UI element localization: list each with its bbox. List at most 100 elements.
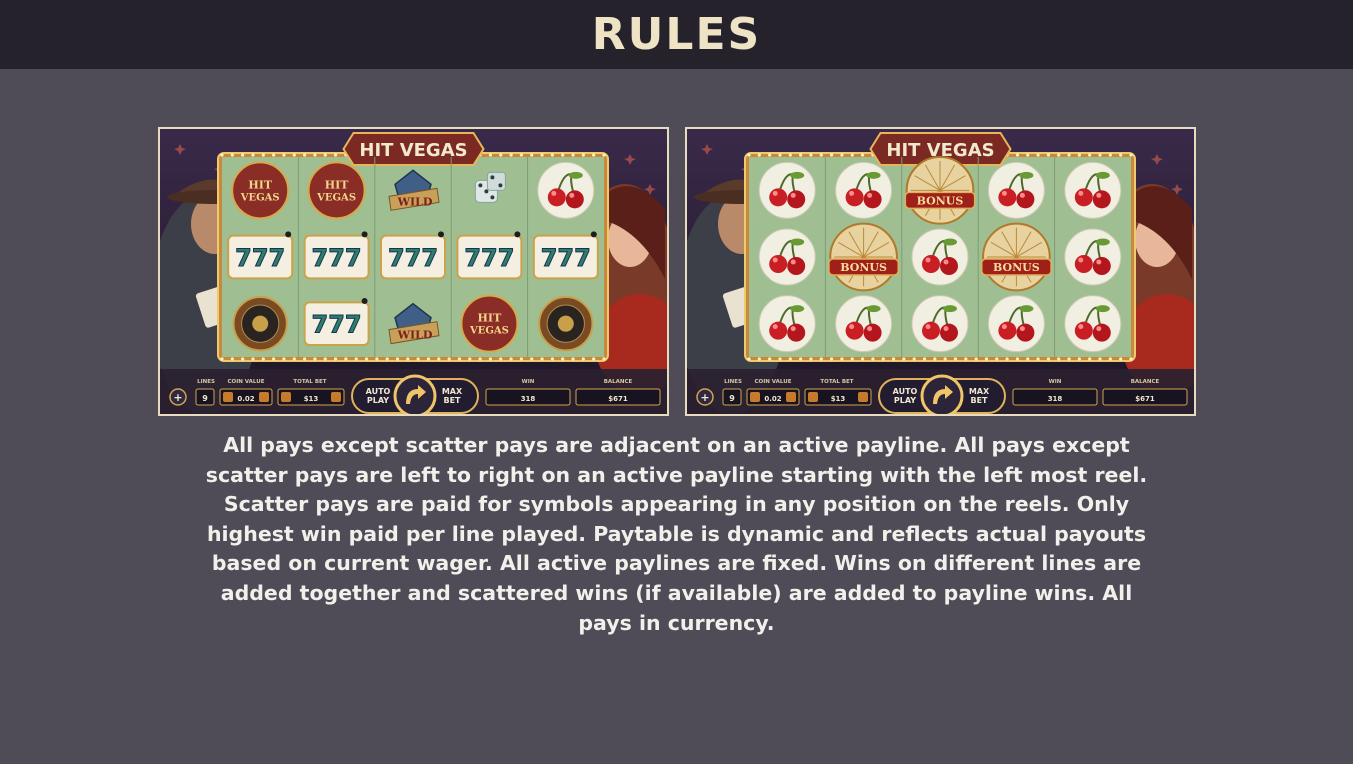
- coin-value-increase-button[interactable]: [259, 392, 269, 402]
- marquee-light: [220, 357, 224, 361]
- marquee-light: [561, 153, 565, 157]
- svg-text:HIT: HIT: [248, 178, 273, 191]
- marquee-light: [220, 153, 224, 157]
- svg-text:HIT: HIT: [325, 178, 350, 191]
- total-bet-increase-button[interactable]: [858, 392, 868, 402]
- total-bet-value: $13: [831, 395, 846, 403]
- cherry-symbol: [537, 161, 595, 219]
- marquee-light: [571, 357, 575, 361]
- plus-icon: +: [173, 391, 182, 404]
- cherry-symbol: [1064, 161, 1122, 219]
- max-bet-button[interactable]: MAXBET: [442, 387, 463, 405]
- marquee-light: [509, 153, 513, 157]
- marquee-light: [261, 357, 265, 361]
- cherry-symbol: [911, 295, 969, 353]
- marquee-light: [964, 357, 968, 361]
- marquee-light: [251, 153, 255, 157]
- marquee-light: [272, 357, 276, 361]
- 777-symbol: 777: [303, 298, 370, 346]
- marquee-light: [819, 153, 823, 157]
- plus-button[interactable]: +: [696, 388, 714, 406]
- marquee-light: [364, 357, 369, 361]
- max-bet-button[interactable]: MAXBET: [969, 387, 990, 405]
- win-value: 318: [1048, 395, 1063, 403]
- marquee-light: [933, 357, 937, 361]
- marquee-light: [571, 153, 575, 157]
- marquee-light: [251, 357, 255, 361]
- marquee-light: [953, 357, 958, 361]
- marquee-light: [230, 357, 234, 361]
- total-bet-decrease-button[interactable]: [808, 392, 818, 402]
- marquee-light: [333, 153, 338, 157]
- total-bet-value: $13: [304, 395, 319, 403]
- marquee-light: [581, 357, 585, 361]
- marquee-light: [499, 357, 503, 361]
- marquee-light: [344, 357, 348, 361]
- hit-vegas-symbol: HITVEGAS: [460, 294, 519, 353]
- marquee-light: [1057, 357, 1061, 361]
- max-bet-label: MAX: [969, 387, 990, 396]
- marquee-light: [406, 357, 410, 361]
- coin-value: 0.02: [764, 395, 781, 403]
- marquee-light: [902, 357, 906, 361]
- cherry-symbol: [758, 161, 816, 219]
- marquee-light: [995, 357, 999, 361]
- marquee-light: [561, 357, 565, 361]
- marquee-light: [943, 357, 947, 361]
- svg-text:WILD: WILD: [397, 329, 433, 342]
- coin-value-decrease-button[interactable]: [750, 392, 760, 402]
- coin-value-label: COIN VALUE: [755, 379, 792, 385]
- marquee-light: [468, 357, 472, 361]
- page-title: RULES: [591, 9, 762, 60]
- cherry-symbol: [911, 228, 969, 286]
- plus-button[interactable]: +: [169, 388, 187, 406]
- auto-play-label-2: PLAY: [367, 396, 389, 405]
- marquee-light: [778, 357, 782, 361]
- hit-vegas-symbol: HITVEGAS: [307, 161, 366, 220]
- marquee-light: [799, 357, 803, 361]
- max-bet-label: MAX: [442, 387, 463, 396]
- auto-play-label: AUTO: [366, 387, 391, 396]
- max-bet-label-2: BET: [443, 396, 461, 405]
- auto-play-button[interactable]: AUTOPLAY: [893, 387, 918, 405]
- coin-value: 0.02: [237, 395, 254, 403]
- spin-button[interactable]: [920, 374, 964, 414]
- control-bar: + LINES 9 COIN VALUE 0.02 TOTAL BET $13 AUTOPLA…: [687, 369, 1194, 414]
- marquee-light: [540, 153, 544, 157]
- marquee-light: [788, 357, 792, 361]
- spin-button[interactable]: [393, 374, 437, 414]
- coin-value-label: COIN VALUE: [228, 379, 265, 385]
- marquee-light: [282, 357, 286, 361]
- marquee-light: [385, 357, 389, 361]
- marquee-light: [302, 357, 307, 361]
- marquee-light: [550, 357, 554, 361]
- marquee-light: [829, 357, 834, 361]
- marquee-light: [530, 357, 534, 361]
- marquee-light: [1098, 153, 1102, 157]
- coin-value-decrease-button[interactable]: [223, 392, 233, 402]
- marquee-light: [757, 357, 761, 361]
- plus-icon: +: [700, 391, 709, 404]
- marquee-light: [302, 153, 307, 157]
- svg-text:777: 777: [388, 244, 438, 272]
- marquee-light: [1036, 357, 1040, 361]
- svg-text:777: 777: [235, 244, 285, 272]
- total-bet-decrease-button[interactable]: [281, 392, 291, 402]
- 777-symbol: 777: [227, 231, 294, 280]
- marquee-light: [1026, 357, 1030, 361]
- svg-text:777: 777: [312, 311, 362, 339]
- marquee-light: [282, 153, 286, 157]
- svg-text:WILD: WILD: [397, 195, 433, 208]
- balance-label: BALANCE: [604, 379, 633, 385]
- marquee-light: [1067, 357, 1071, 361]
- coin-value-increase-button[interactable]: [786, 392, 796, 402]
- lines-value: 9: [202, 394, 208, 403]
- total-bet-increase-button[interactable]: [331, 392, 341, 402]
- 777-symbol: 777: [380, 231, 446, 280]
- marquee-light: [799, 153, 803, 157]
- marquee-light: [488, 153, 493, 157]
- slot-game-scene: HIT VEGASBONUSBONUS BONUS+LINES9COIN VALU…: [687, 129, 1194, 414]
- 777-symbol: 777: [456, 231, 523, 280]
- control-bar: + LINES 9 COIN VALUE 0.02 TOTAL BET $13 AUTOPLA…: [160, 369, 667, 414]
- auto-play-button[interactable]: AUTOPLAY: [366, 387, 391, 405]
